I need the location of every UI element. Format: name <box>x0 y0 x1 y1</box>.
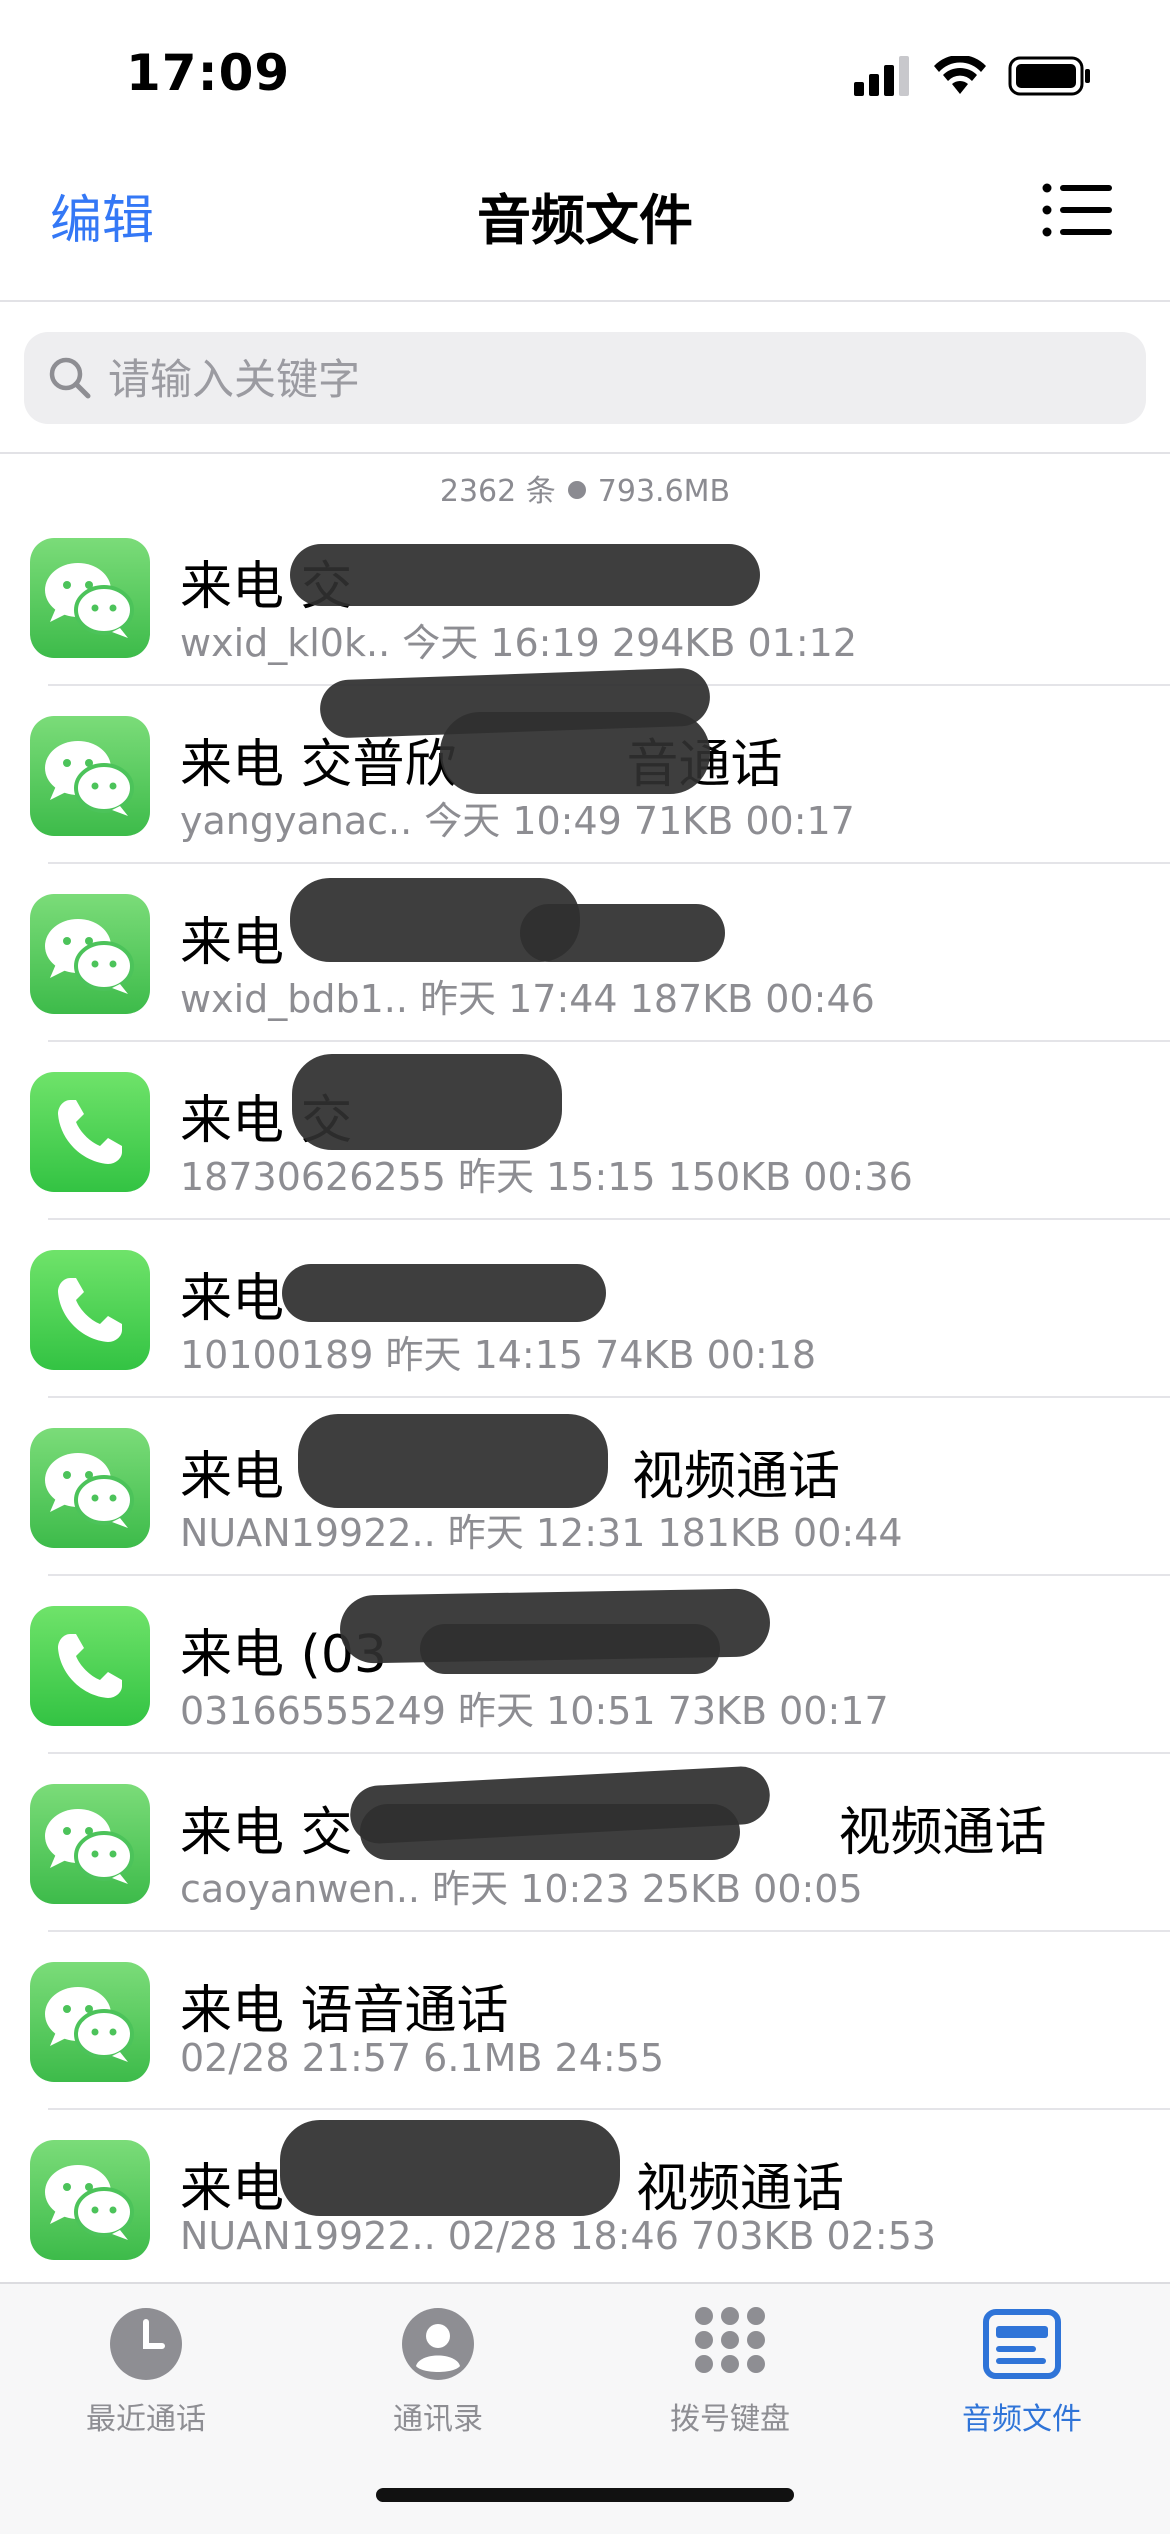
call-title-start: 来电 交普欣 <box>180 735 457 795</box>
list-item[interactable]: 来电 (03 03166555249 昨天 10:51 73KB 00:17 <box>0 1576 1170 1754</box>
record-count: 2362 条 <box>439 474 556 509</box>
tab-contacts[interactable]: 通讯录 <box>328 2304 548 2438</box>
tab-label: 拨号键盘 <box>670 2402 790 2437</box>
search-icon <box>49 357 91 399</box>
redaction-mark <box>440 712 710 794</box>
wechat-icon <box>30 538 150 658</box>
call-title: 来电 语音通话 <box>180 1981 509 2041</box>
call-details: 02/28 21:57 6.1MB 24:55 <box>180 2036 665 2080</box>
list-item[interactable]: 来电 语音通话 02/28 21:57 6.1MB 24:55 <box>0 1932 1170 2110</box>
call-details: wxid_kl0k.. 今天 16:19 294KB 01:12 <box>180 621 858 665</box>
list-item[interactable]: 来电 交普欣音通话 yangyanac.. 今天 10:49 71KB 00:1… <box>0 667 1170 864</box>
status-icons <box>854 56 1092 96</box>
redaction-mark <box>282 1264 606 1322</box>
recording-list: 来电 交 wxid_kl0k.. 今天 16:19 294KB 01:12 来电… <box>0 508 1170 2288</box>
call-title-start: 来电 交 <box>180 1803 353 1863</box>
phone-icon <box>30 1606 150 1726</box>
redaction-mark <box>298 1414 608 1508</box>
list-item[interactable]: 来电 wxid_bdb1.. 昨天 17:44 187KB 00:46 <box>0 864 1170 1042</box>
redaction-mark <box>290 544 760 606</box>
wifi-icon <box>934 56 986 94</box>
tab-audio-files[interactable]: 音频文件 <box>912 2304 1132 2438</box>
call-title-end: 视频通话 <box>636 2159 845 2219</box>
status-time: 17:09 <box>126 44 291 102</box>
call-details: NUAN19922.. 昨天 12:31 181KB 00:44 <box>180 1511 903 1555</box>
navigation-bar: 编辑 音频文件 <box>0 140 1170 302</box>
list-menu-icon[interactable] <box>1042 182 1112 238</box>
wechat-icon <box>30 894 150 1014</box>
search-section <box>0 302 1170 454</box>
redaction-mark <box>420 1624 720 1674</box>
list-item[interactable]: 来电 10100189 昨天 14:15 74KB 00:18 <box>0 1220 1170 1398</box>
tab-keypad[interactable]: 拨号键盘 <box>620 2304 840 2438</box>
wechat-icon <box>30 2140 150 2260</box>
phone-icon <box>30 1072 150 1192</box>
tab-label: 音频文件 <box>962 2402 1082 2437</box>
call-details: NUAN19922.. 02/28 18:46 703KB 02:53 <box>180 2214 937 2258</box>
search-input[interactable] <box>106 332 1110 426</box>
call-details: caoyanwen.. 昨天 10:23 25KB 00:05 <box>180 1867 863 1911</box>
call-title-end: 视频通话 <box>632 1447 841 1507</box>
call-details: 03166555249 昨天 10:51 73KB 00:17 <box>180 1689 889 1733</box>
clock-icon <box>106 2304 186 2384</box>
call-details: 10100189 昨天 14:15 74KB 00:18 <box>180 1333 817 1377</box>
call-title-start: 来电 <box>180 2159 285 2219</box>
phone-icon <box>30 1250 150 1370</box>
call-details: wxid_bdb1.. 昨天 17:44 187KB 00:46 <box>180 977 875 1021</box>
redaction-mark <box>360 1804 740 1860</box>
call-title: 来电 <box>180 1269 285 1329</box>
cellular-signal-icon <box>854 56 909 96</box>
wechat-icon <box>30 716 150 836</box>
wechat-icon <box>30 1962 150 2082</box>
tab-label: 最近通话 <box>86 2402 206 2437</box>
call-details: 18730626255 昨天 15:15 150KB 00:36 <box>180 1155 913 1199</box>
tab-label: 通讯录 <box>393 2402 483 2437</box>
total-size: 793.6MB <box>597 474 731 509</box>
call-title-end: 视频通话 <box>838 1803 1047 1863</box>
status-bar: 17:09 <box>0 0 1170 140</box>
battery-icon <box>1008 56 1090 96</box>
separator-dot <box>567 481 586 499</box>
list-item[interactable]: 来电 交 视频通话 caoyanwen.. 昨天 10:23 25KB 00:05 <box>0 1754 1170 1932</box>
redaction-mark <box>280 2120 620 2216</box>
search-bar[interactable] <box>24 332 1146 426</box>
keypad-icon <box>690 2304 770 2384</box>
tab-recents[interactable]: 最近通话 <box>36 2304 256 2438</box>
list-item[interactable]: 来电 视频通话 NUAN19922.. 02/28 18:46 703KB 02:… <box>0 2110 1170 2288</box>
wechat-icon <box>30 1784 150 1904</box>
redaction-mark <box>520 904 725 962</box>
list-item[interactable]: 来电 交 18730626255 昨天 15:15 150KB 00:36 <box>0 1042 1170 1220</box>
call-details: yangyanac.. 今天 10:49 71KB 00:17 <box>180 799 855 843</box>
redaction-mark <box>292 1054 562 1150</box>
home-indicator <box>376 2488 794 2502</box>
call-title: 来电 <box>180 913 285 973</box>
page-title: 音频文件 <box>477 189 693 252</box>
list-item[interactable]: 来电 视频通话 NUAN19922.. 昨天 12:31 181KB 00:44 <box>0 1398 1170 1576</box>
contacts-icon <box>398 2304 478 2384</box>
list-item[interactable]: 来电 交 wxid_kl0k.. 今天 16:19 294KB 01:12 <box>0 508 1170 686</box>
call-title-start: 来电 <box>180 1447 285 1507</box>
audio-files-icon <box>982 2304 1062 2384</box>
summary-line: 2362 条 793.6MB <box>0 466 1170 510</box>
wechat-icon <box>30 1428 150 1548</box>
